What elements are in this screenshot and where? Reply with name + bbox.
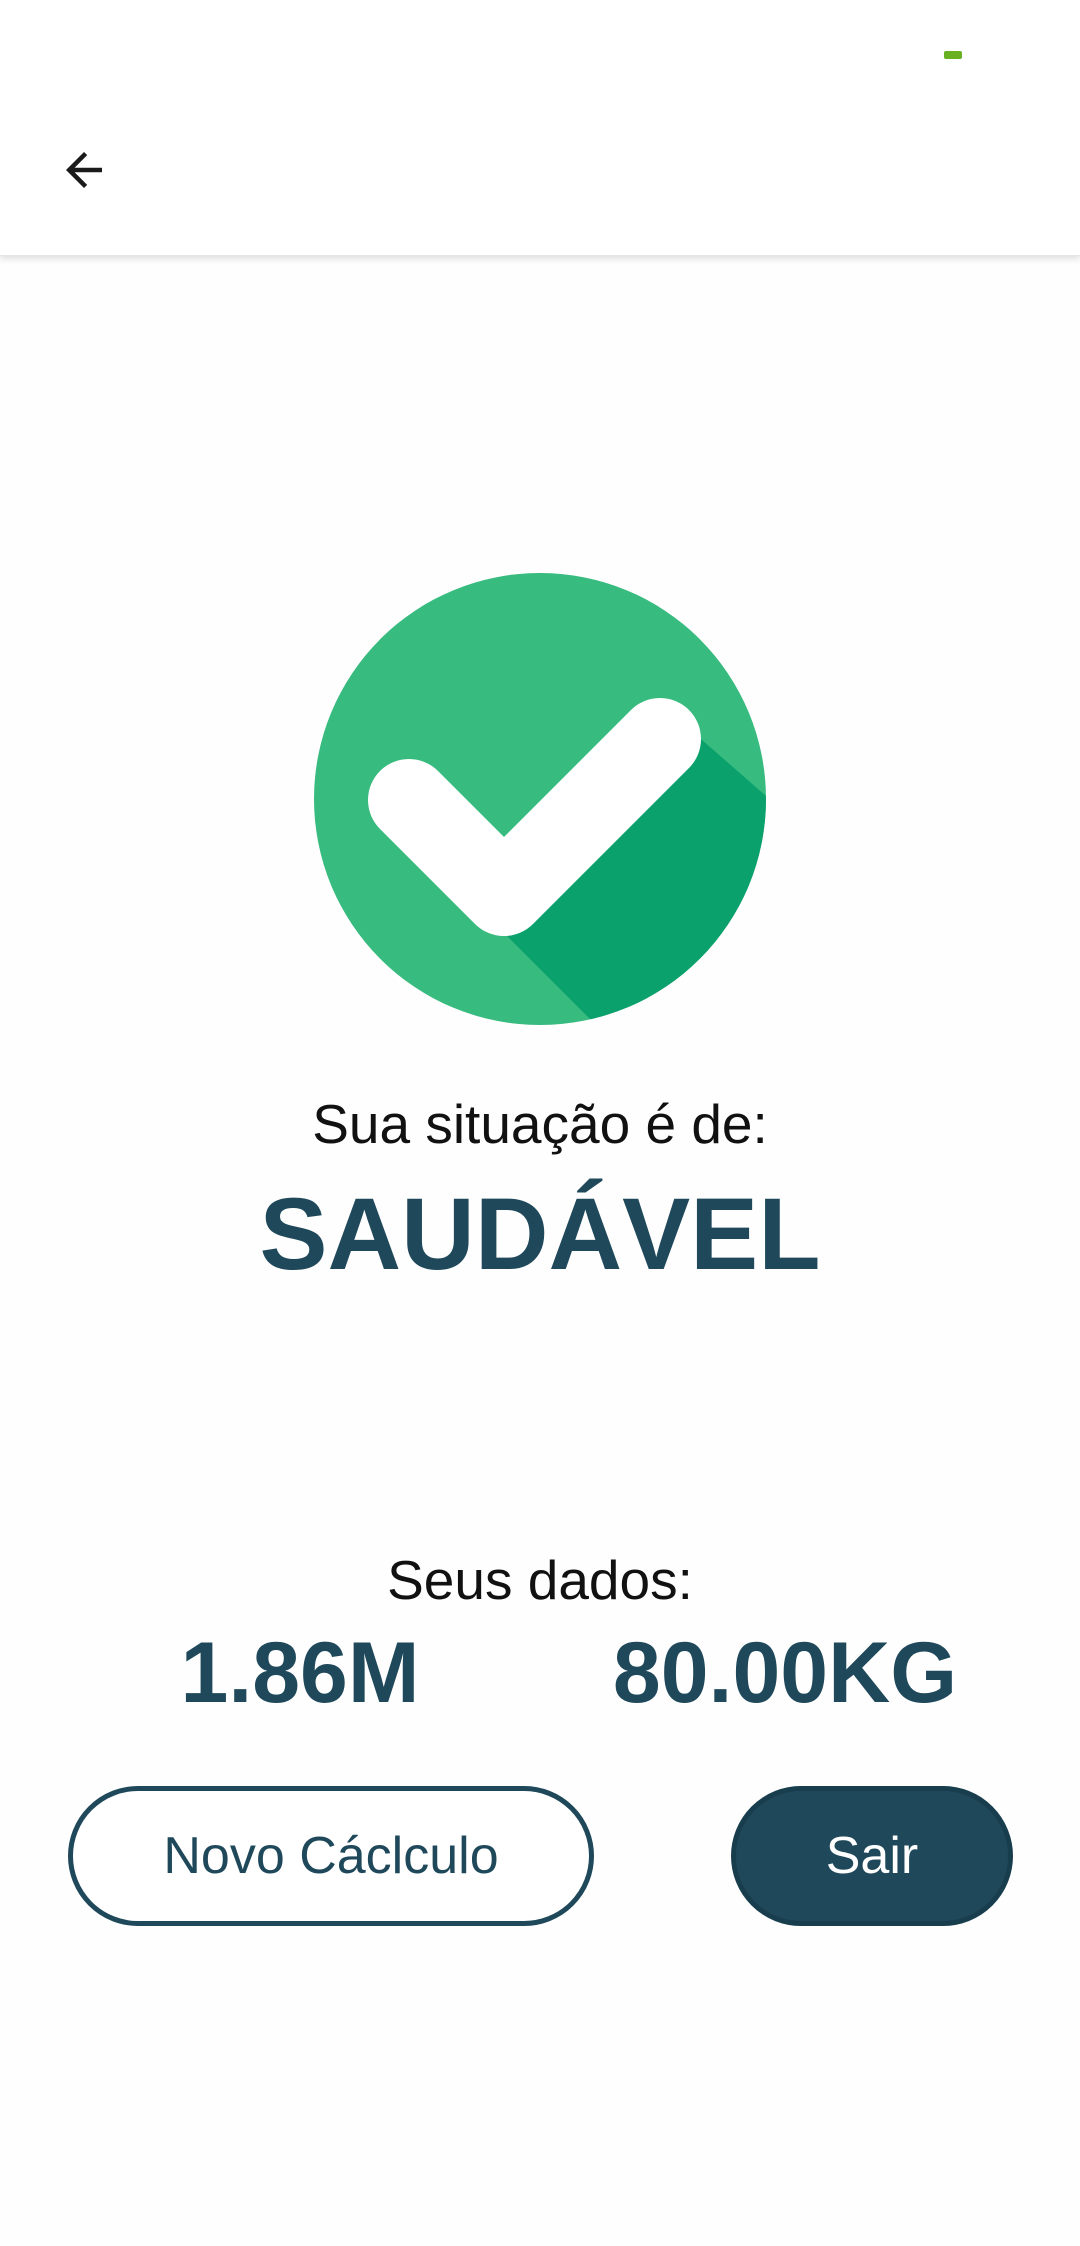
exit-button[interactable]: Sair — [731, 1786, 1013, 1926]
status-indicator — [944, 51, 962, 59]
new-calculation-button[interactable]: Novo Cáclculo — [68, 1786, 594, 1926]
back-button[interactable] — [46, 132, 122, 208]
data-label: Seus dados: — [387, 1549, 693, 1611]
check-circle-icon — [314, 573, 766, 1025]
status-label: Sua situação é de: — [312, 1093, 768, 1155]
status-value: SAUDÁVEL — [259, 1177, 821, 1291]
weight-value: 80.00KG — [612, 1625, 958, 1721]
height-value: 1.86M — [180, 1625, 420, 1721]
app-bar — [0, 0, 1080, 256]
arrow-left-icon — [66, 152, 102, 188]
